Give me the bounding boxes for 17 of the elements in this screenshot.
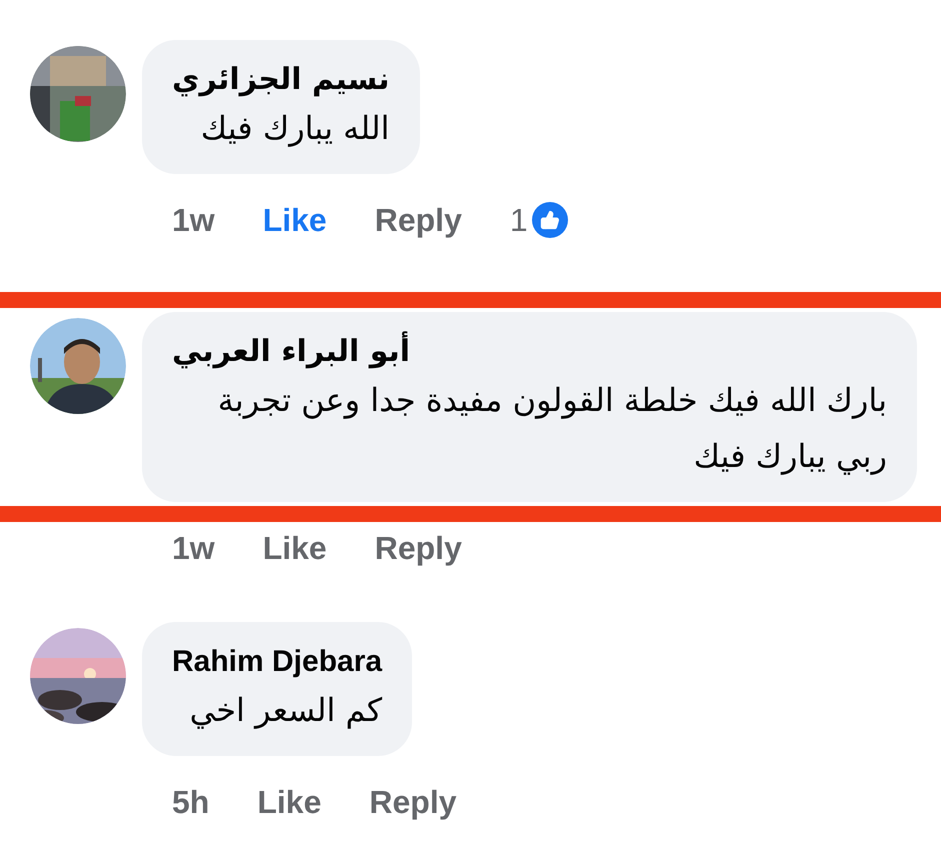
reply-link[interactable]: Reply — [374, 196, 462, 244]
reply-link[interactable]: Reply — [369, 778, 457, 826]
timestamp[interactable]: 5h — [172, 778, 210, 826]
author-name[interactable]: أبو البراء العربي — [172, 332, 410, 372]
comment-text: كم السعر اخي — [190, 690, 382, 731]
timestamp[interactable]: 1w — [172, 196, 215, 244]
author-name[interactable]: Rahim Djebara — [172, 642, 382, 682]
author-name[interactable]: نسيم الجزائري — [172, 60, 390, 100]
like-icon — [532, 202, 568, 238]
timestamp[interactable]: 1w — [172, 524, 215, 572]
comment-text: الله يبارك فيك — [200, 108, 390, 149]
reaction-count: 1 — [510, 201, 528, 240]
like-link[interactable]: Like — [262, 524, 327, 572]
comment-text: بارك الله فيك خلطة القولون مفيدة جدا وعن تجربة ربي يبارك فيك — [216, 380, 887, 477]
like-link[interactable]: Like — [257, 778, 322, 826]
reply-link[interactable]: Reply — [374, 524, 462, 572]
like-link[interactable]: Like — [262, 196, 327, 244]
